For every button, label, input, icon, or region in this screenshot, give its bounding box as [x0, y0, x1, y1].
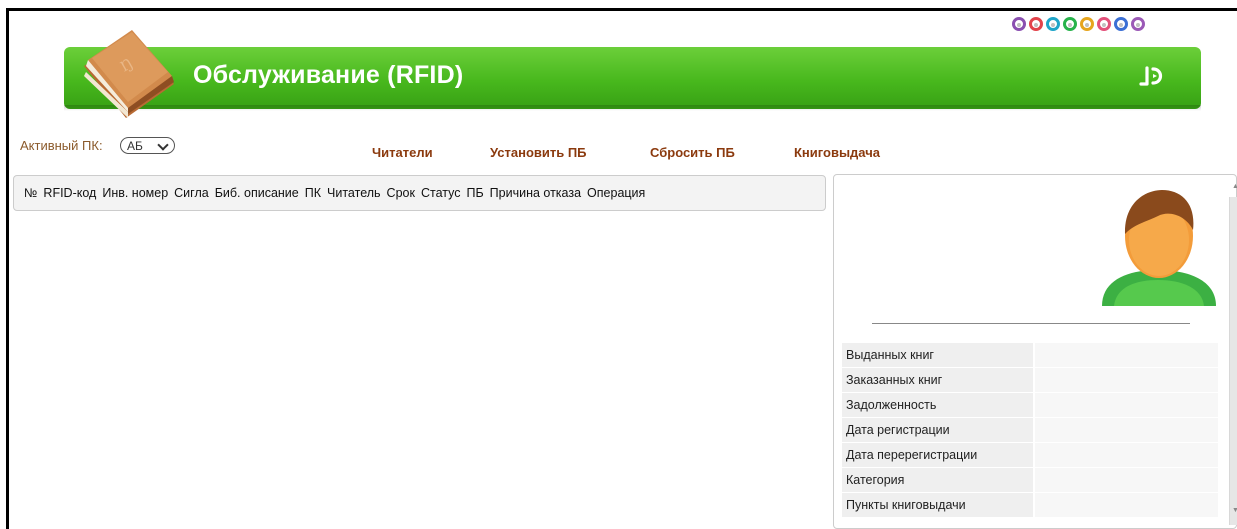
- stat-value-points: [1033, 492, 1218, 518]
- header-banner-shadow: [64, 105, 1201, 111]
- stat-label-category: Категория: [842, 467, 1034, 493]
- stats-row: Дата регистрации: [842, 417, 1218, 443]
- nav-readers-link[interactable]: Читатели: [372, 145, 433, 160]
- stat-value-issued: [1033, 343, 1218, 368]
- top-icon-bar: [1012, 17, 1145, 31]
- nav-set-pb-link[interactable]: Установить ПБ: [490, 145, 587, 160]
- col-pk[interactable]: ПК: [302, 186, 324, 200]
- top-icon-2[interactable]: [1029, 17, 1043, 31]
- reader-stats-table: Выданных книг Заказанных книг Задолженно…: [842, 343, 1218, 518]
- scroll-down-icon[interactable]: ▼: [1232, 507, 1237, 514]
- top-icon-5[interactable]: [1080, 17, 1094, 31]
- top-icon-1[interactable]: [1012, 17, 1026, 31]
- scroll-up-icon[interactable]: ▲: [1232, 183, 1237, 190]
- nav-circulation-link[interactable]: Книговыдача: [794, 145, 880, 160]
- stat-label-reg-date: Дата регистрации: [842, 417, 1034, 443]
- col-bib-description[interactable]: Биб. описание: [212, 186, 302, 200]
- top-icon-6[interactable]: [1097, 17, 1111, 31]
- nav-reset-pb-link[interactable]: Сбросить ПБ: [650, 145, 735, 160]
- col-term[interactable]: Срок: [384, 186, 418, 200]
- top-icon-7[interactable]: [1114, 17, 1128, 31]
- col-reject-reason[interactable]: Причина отказа: [487, 186, 584, 200]
- stat-label-points: Пункты книговыдачи: [842, 492, 1034, 518]
- active-pk-select[interactable]: АБ: [120, 137, 175, 154]
- logo-mark-icon[interactable]: [1137, 64, 1173, 90]
- stat-value-reg-date: [1033, 417, 1218, 443]
- top-icon-3[interactable]: [1046, 17, 1060, 31]
- items-table-container: № RFID-код Инв. номер Сигла Биб. описани…: [13, 175, 826, 211]
- panel-divider: [872, 323, 1190, 324]
- active-pk-label: Активный ПК:: [20, 138, 103, 153]
- col-inv-number[interactable]: Инв. номер: [99, 186, 171, 200]
- stat-value-ordered: [1033, 367, 1218, 393]
- stats-row: Пункты книговыдачи: [842, 492, 1218, 518]
- table-header-row: № RFID-код Инв. номер Сигла Биб. описани…: [21, 186, 648, 200]
- stats-row: Выданных книг: [842, 343, 1218, 368]
- col-reader[interactable]: Читатель: [324, 186, 384, 200]
- book-icon: Ŋ: [84, 30, 174, 118]
- col-sigla[interactable]: Сигла: [171, 186, 212, 200]
- stat-value-rereg-date: [1033, 442, 1218, 468]
- stat-label-issued: Выданных книг: [842, 343, 1034, 368]
- col-number[interactable]: №: [21, 186, 40, 200]
- col-status[interactable]: Статус: [418, 186, 464, 200]
- chevron-down-icon: [157, 139, 169, 151]
- reader-panel-scrollbar[interactable]: [1229, 197, 1237, 525]
- stats-row: Заказанных книг: [842, 367, 1218, 393]
- page-title: Обслуживание (RFID): [193, 61, 464, 89]
- top-icon-4[interactable]: [1063, 17, 1077, 31]
- stat-value-category: [1033, 467, 1218, 493]
- stat-value-debt: [1033, 392, 1218, 418]
- stats-row: Дата перерегистрации: [842, 442, 1218, 468]
- stat-label-rereg-date: Дата перерегистрации: [842, 442, 1034, 468]
- active-pk-value: АБ: [127, 138, 143, 153]
- col-operation[interactable]: Операция: [584, 186, 648, 200]
- items-table: № RFID-код Инв. номер Сигла Биб. описани…: [21, 186, 648, 200]
- col-rfid[interactable]: RFID-код: [40, 186, 99, 200]
- col-pb[interactable]: ПБ: [463, 186, 486, 200]
- stats-row: Категория: [842, 467, 1218, 493]
- user-avatar-icon: [1102, 190, 1216, 306]
- top-icon-8[interactable]: [1131, 17, 1145, 31]
- stat-label-ordered: Заказанных книг: [842, 367, 1034, 393]
- stat-label-debt: Задолженность: [842, 392, 1034, 418]
- stats-row: Задолженность: [842, 392, 1218, 418]
